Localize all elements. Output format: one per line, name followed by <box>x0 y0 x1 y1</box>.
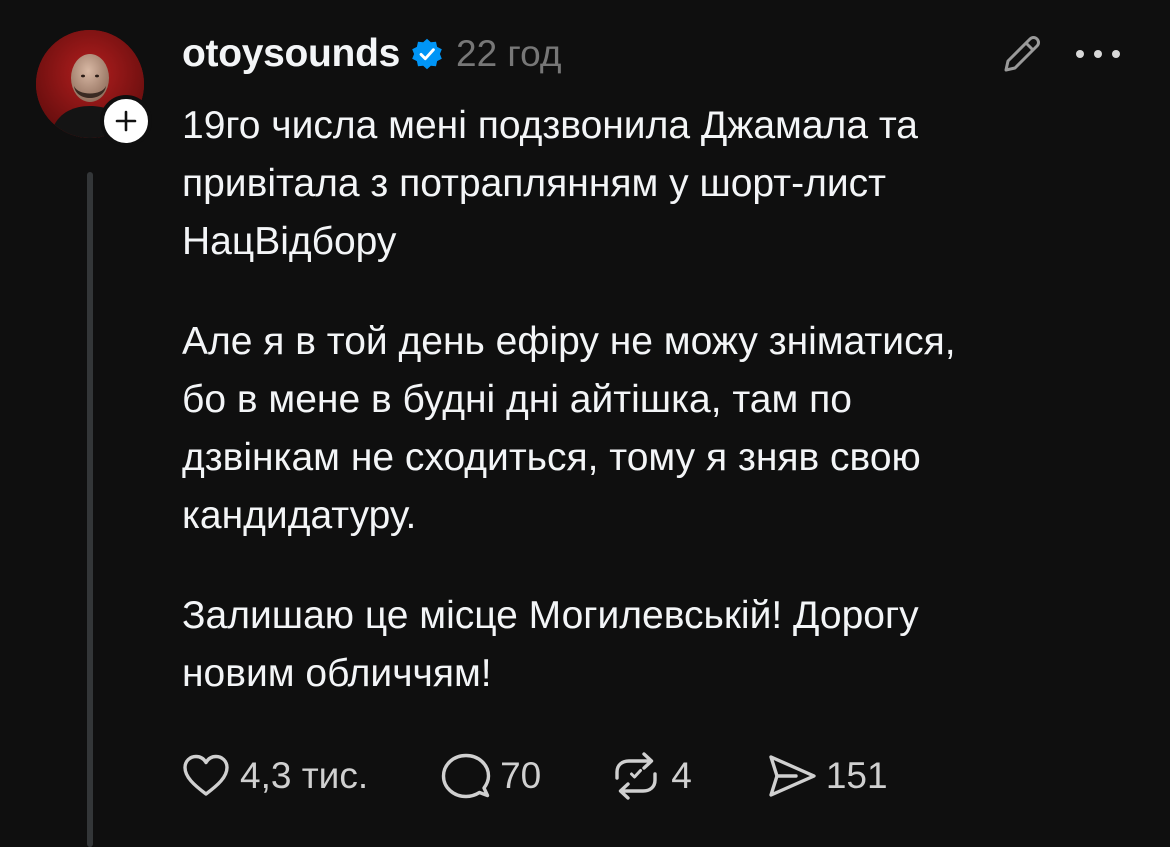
post-paragraph: Залишаю це місце Могилевській! Дорогу но… <box>182 594 919 695</box>
thread-line <box>87 172 93 847</box>
reply-count: 70 <box>500 755 542 796</box>
post-paragraph: Але я в той день ефіру не можу зніматися… <box>182 320 956 537</box>
share-count: 151 <box>825 755 888 796</box>
heart-icon <box>183 754 229 796</box>
post-header: otoysounds 22 год <box>182 28 561 80</box>
avatar-container <box>36 30 152 147</box>
pencil-icon[interactable] <box>998 30 1046 78</box>
verified-badge-icon <box>412 38 442 70</box>
plus-icon <box>115 110 137 132</box>
comment-icon <box>441 753 491 799</box>
more-horizontal-icon[interactable] <box>1072 40 1124 68</box>
like-button[interactable]: 4,3 тис. <box>180 750 368 802</box>
repost-icon <box>615 752 657 800</box>
reply-button[interactable]: 70 <box>440 750 541 802</box>
post-actions: 4,3 тис. 70 4 151 <box>180 748 888 804</box>
post-content: 19го числа мені подзвонила Джамала та пр… <box>182 97 1142 703</box>
repost-button[interactable]: 4 <box>609 750 692 802</box>
repost-count: 4 <box>671 755 692 796</box>
send-icon <box>769 755 816 797</box>
post-timestamp: 22 год <box>456 33 562 74</box>
follow-button[interactable] <box>100 95 152 147</box>
thread-post: otoysounds 22 год 19го числа мені подзво… <box>0 0 1170 847</box>
post-paragraph: 19го числа мені подзвонила Джамала та пр… <box>182 104 918 263</box>
share-button[interactable]: 151 <box>766 750 888 802</box>
username[interactable]: otoysounds <box>182 32 400 76</box>
like-count: 4,3 тис. <box>240 755 369 796</box>
